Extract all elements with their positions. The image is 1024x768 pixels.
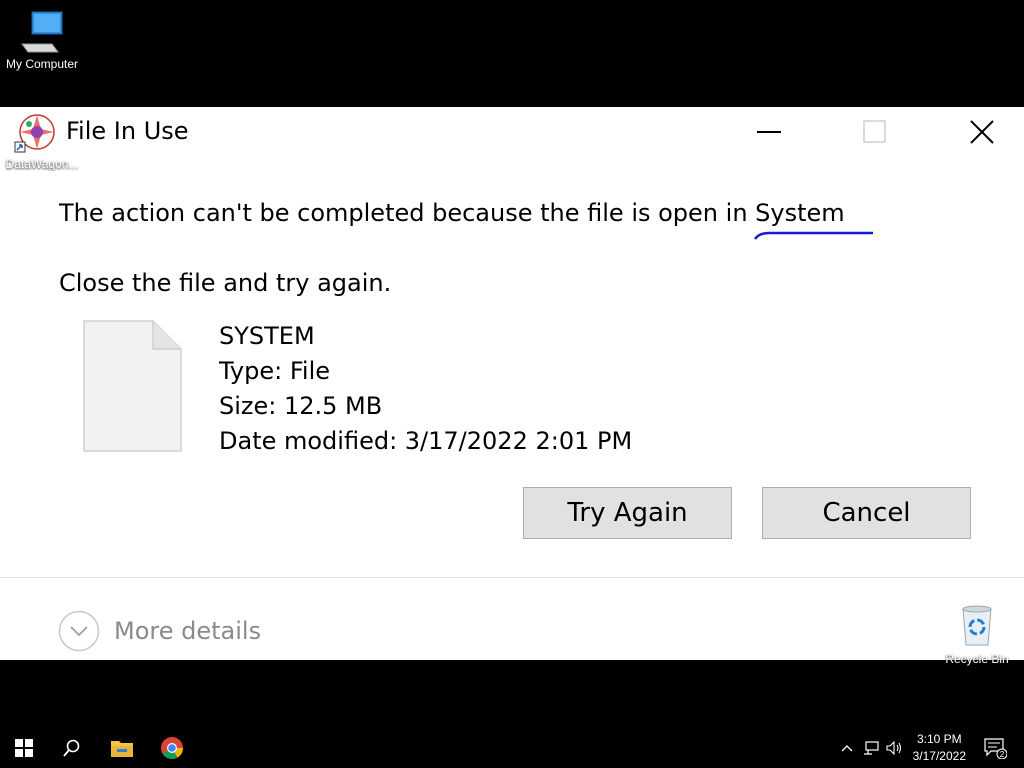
desktop-icon-label: DataWagon... xyxy=(5,157,79,171)
start-icon xyxy=(15,739,33,757)
close-icon xyxy=(970,120,994,144)
notification-count: 2 xyxy=(1000,750,1005,759)
file-size: Size: 12.5 MB xyxy=(219,392,383,420)
instruction-text: Close the file and try again. xyxy=(59,269,392,297)
minimize-button[interactable] xyxy=(742,107,798,157)
chrome-icon xyxy=(161,737,183,759)
close-button[interactable] xyxy=(954,107,1010,157)
locking-app-text: System xyxy=(755,199,845,227)
desktop-icon-datawagon[interactable]: DataWagon... xyxy=(0,112,84,171)
recycle-bin-icon xyxy=(962,605,992,646)
desktop-icon-label: My Computer xyxy=(5,57,79,71)
network-button[interactable] xyxy=(860,728,882,768)
file-date-modified: Date modified: 3/17/2022 2:01 PM xyxy=(219,427,633,455)
desktop-icon-recycle-bin[interactable]: Recycle Bin xyxy=(935,603,1019,666)
clock-date: 3/17/2022 xyxy=(912,749,966,763)
file-in-use-dialog: File In Use The action can't be complete… xyxy=(0,107,1024,666)
volume-button[interactable] xyxy=(884,728,906,768)
taskbar: 3:10 PM 3/17/2022 2 xyxy=(0,728,1024,768)
minimize-icon xyxy=(757,131,781,133)
notification-center-button[interactable]: 2 xyxy=(978,728,1012,768)
dialog-title: File In Use xyxy=(66,117,189,145)
file-icon xyxy=(83,320,182,452)
datawagon-app-icon xyxy=(14,114,55,153)
clock-time: 3:10 PM xyxy=(916,732,962,746)
file-details: SYSTEM Type: File Size: 12.5 MB Date mod… xyxy=(219,319,632,459)
locking-app-name: System xyxy=(754,199,874,240)
maximize-icon xyxy=(863,120,886,143)
search-icon xyxy=(63,739,80,757)
title-bar[interactable]: File In Use xyxy=(0,107,1024,157)
desktop-icon-label: Recycle Bin xyxy=(945,652,1009,666)
chevron-down-icon xyxy=(58,610,100,652)
chevron-up-icon xyxy=(841,745,853,752)
system-clock[interactable]: 3:10 PM 3/17/2022 xyxy=(913,731,966,765)
search-button[interactable] xyxy=(50,728,94,768)
notification-icon: 2 xyxy=(984,738,1007,759)
footer-divider xyxy=(0,577,1024,578)
desktop-icon-my-computer[interactable]: My Computer xyxy=(0,8,84,71)
more-details-toggle[interactable]: More details xyxy=(58,610,261,652)
error-message: The action can't be completed because th… xyxy=(59,199,874,240)
start-button[interactable] xyxy=(2,728,46,768)
annotation-underline xyxy=(754,231,874,240)
file-type: Type: File xyxy=(219,357,330,385)
chrome-button[interactable] xyxy=(150,728,194,768)
file-explorer-button[interactable] xyxy=(100,728,144,768)
try-again-button[interactable]: Try Again xyxy=(523,487,732,539)
error-message-text: The action can't be completed because th… xyxy=(59,199,756,227)
network-icon xyxy=(864,741,879,755)
file-explorer-icon xyxy=(111,741,133,757)
show-hidden-icons-button[interactable] xyxy=(838,728,856,768)
file-name: SYSTEM xyxy=(219,322,315,350)
volume-icon xyxy=(886,741,902,755)
maximize-button xyxy=(847,107,903,157)
more-details-label: More details xyxy=(114,617,262,645)
cancel-button[interactable]: Cancel xyxy=(762,487,971,539)
computer-icon xyxy=(21,11,63,53)
